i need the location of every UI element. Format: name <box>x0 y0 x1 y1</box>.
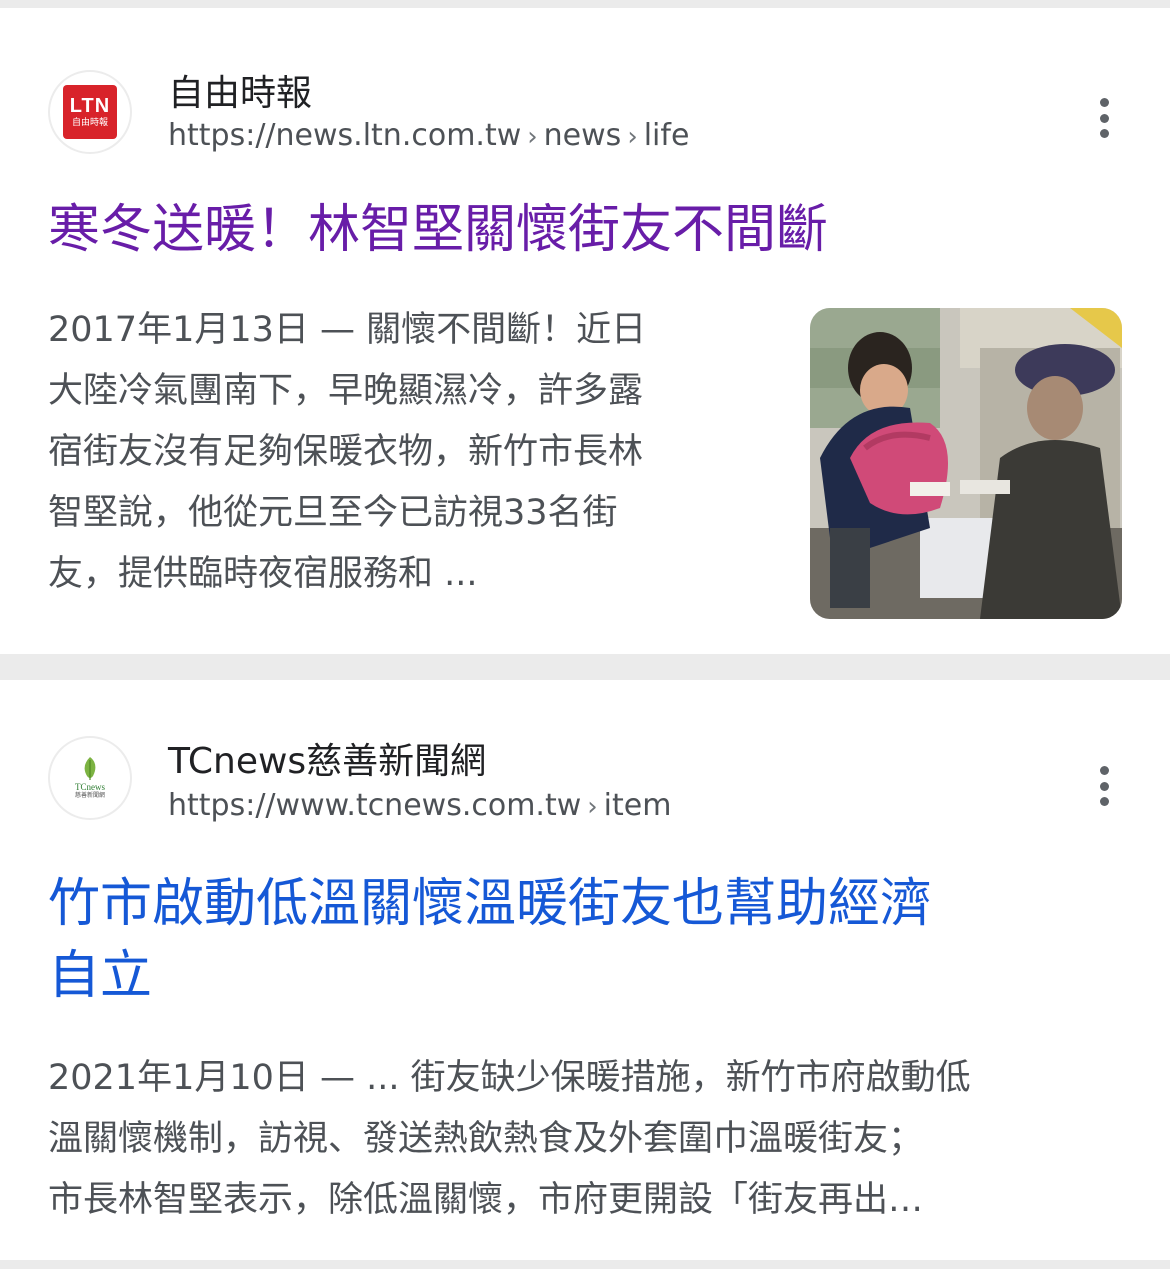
snippet-line: 2021年1月10日 — ... 街友缺少保暖措施，新竹市府啟動低 <box>48 1058 971 1098</box>
url-base: https://www.tcnews.com.tw <box>168 788 582 823</box>
result-url[interactable]: https://news.ltn.com.tw › news › life <box>168 118 689 153</box>
more-vert-icon[interactable] <box>1086 760 1122 812</box>
search-result-card: LTN 自由時報 自由時報 https://news.ltn.com.tw › ne… <box>0 8 1170 654</box>
snippet-line: 宿街友沒有足夠保暖衣物，新竹市長林 <box>48 432 644 472</box>
snippet-line: 智堅說，他從元旦至今已訪視33名街 <box>48 493 618 533</box>
title-line: 寒冬送暖！林智堅關懷街友不間斷 <box>48 200 829 260</box>
thumbnail-photo <box>810 308 1122 619</box>
search-result-card: TCnews 慈善新聞網 TCnews慈善新聞網 https://www.tcn… <box>0 680 1170 1260</box>
ltn-favicon[interactable]: LTN 自由時報 <box>48 70 132 154</box>
result-snippet: 2017年1月13日 — 關懷不間斷！近日 大陸冷氣團南下，早晚顯濕冷，許多露 … <box>48 300 788 605</box>
result-thumbnail[interactable] <box>810 308 1122 619</box>
snippet-line: 市長林智堅表示，除低溫關懷，市府更開設「街友再出… <box>48 1180 924 1220</box>
breadcrumb: item <box>603 788 672 823</box>
ltn-logo-icon: LTN 自由時報 <box>63 85 117 139</box>
title-line: 自立 <box>48 946 153 1006</box>
snippet-line: 溫關懷機制，訪視、發送熱飲熱食及外套圍巾溫暖街友； <box>48 1119 924 1159</box>
snippet-line: 2017年1月13日 — 關懷不間斷！近日 <box>48 310 647 350</box>
result-title-link[interactable]: 寒冬送暖！林智堅關懷街友不間斷 <box>48 194 828 266</box>
url-base: https://news.ltn.com.tw <box>168 118 522 153</box>
result-snippet: 2021年1月10日 — ... 街友缺少保暖措施，新竹市府啟動低 溫關懷機制，… <box>48 1048 1138 1231</box>
snippet-line: 友，提供臨時夜宿服務和 ... <box>48 554 478 594</box>
site-name[interactable]: 自由時報 <box>168 64 312 116</box>
chevron-right-icon: › <box>587 792 598 822</box>
title-line: 竹市啟動低溫關懷溫暖街友也幫助經濟 <box>48 874 933 934</box>
more-vert-icon[interactable] <box>1086 92 1122 144</box>
breadcrumb: news <box>543 118 622 153</box>
snippet-line: 大陸冷氣團南下，早晚顯濕冷，許多露 <box>48 371 644 411</box>
tcnews-favicon[interactable]: TCnews 慈善新聞網 <box>48 736 132 820</box>
result-title-link[interactable]: 竹市啟動低溫關懷溫暖街友也幫助經濟 自立 <box>48 868 932 1012</box>
breadcrumb: life <box>643 118 690 153</box>
tcnews-logo-icon: TCnews 慈善新聞網 <box>75 756 105 800</box>
chevron-right-icon: › <box>627 122 638 152</box>
result-url[interactable]: https://www.tcnews.com.tw › item <box>168 788 671 823</box>
site-name[interactable]: TCnews慈善新聞網 <box>168 732 486 784</box>
chevron-right-icon: › <box>527 122 538 152</box>
